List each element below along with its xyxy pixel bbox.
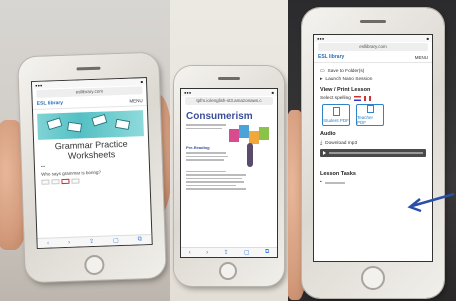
level-box[interactable] <box>61 178 70 185</box>
right-phone-screen: ●●● ■ esllibrary.com ESL library MENU ▭ S… <box>313 34 433 262</box>
student-pdf-label: Student PDF <box>323 118 349 123</box>
thumbnail-card <box>91 113 108 127</box>
bookmarks-icon[interactable]: ▢ <box>244 249 250 256</box>
task-item[interactable]: • <box>320 180 426 185</box>
audio-heading: Audio <box>320 131 336 137</box>
left-photo-panel: ●●● ■ esllibrary.com ESL library MENU Gra… <box>0 0 170 301</box>
bag <box>259 127 269 140</box>
download-mp3-label: Download mp3 <box>325 140 358 146</box>
document-line <box>186 184 236 186</box>
document-line <box>186 155 228 157</box>
document-line <box>186 188 246 190</box>
document-line <box>186 124 226 126</box>
us-flag-icon[interactable] <box>353 96 361 101</box>
shopping-bags-illustration <box>229 123 275 173</box>
pdf-buttons: Student PDF Teacher PDF <box>322 104 424 126</box>
play-icon[interactable] <box>323 151 326 155</box>
folder-icon: ▭ <box>320 69 325 74</box>
right-photo-panel: ●●● ■ esllibrary.com ESL library MENU ▭ S… <box>288 0 456 301</box>
bookmarks-icon[interactable]: ▢ <box>113 237 119 244</box>
middle-phone: ●●● ■ tpfrs.io/english-st3.amazonaws.c Co… <box>174 66 284 286</box>
bullet-icon: • <box>320 180 322 185</box>
thumbnail-card <box>114 118 131 131</box>
document-line <box>186 177 242 179</box>
download-mp3-link[interactable]: ⤓ Download mp3 <box>320 140 426 147</box>
level-box[interactable] <box>51 179 60 185</box>
right-phone: ●●● ■ esllibrary.com ESL library MENU ▭ S… <box>302 8 444 298</box>
audio-player[interactable] <box>320 149 426 157</box>
share-icon[interactable]: ⇪ <box>89 238 94 245</box>
document-line <box>186 152 226 154</box>
level-box[interactable] <box>71 178 80 184</box>
task-placeholder <box>324 181 345 184</box>
tabs-icon[interactable]: ⧉ <box>138 236 143 243</box>
site-header: ESL library MENU <box>314 52 432 63</box>
document-icon <box>366 105 374 113</box>
teacher-pdf-label: Teacher PDF <box>357 115 374 125</box>
thumbnail-card <box>46 117 63 131</box>
forward-icon[interactable]: › <box>206 250 208 256</box>
share-icon[interactable]: ⇪ <box>223 249 228 256</box>
menu-button[interactable]: MENU <box>415 55 428 60</box>
person-figure <box>247 143 253 167</box>
view-print-heading: View / Print Lesson <box>320 87 371 93</box>
middle-phone-speaker <box>218 77 240 80</box>
save-to-folder-label: Save to Folder(s) <box>327 69 365 74</box>
back-icon[interactable]: ‹ <box>47 240 49 246</box>
esl-library-logo[interactable]: ESL library <box>37 100 64 107</box>
middle-photo-panel: ●●● ■ tpfrs.io/english-st3.amazonaws.c Co… <box>170 0 288 301</box>
lesson-tasks-heading: Lesson Tasks <box>320 171 356 177</box>
status-bar: ●●● ■ <box>181 89 277 96</box>
thumbnail-card <box>67 121 83 133</box>
audio-progress-track[interactable] <box>329 152 423 154</box>
student-pdf-button[interactable]: Student PDF <box>322 104 350 126</box>
canada-flag-icon[interactable] <box>363 96 371 101</box>
lesson-title: Grammar Practice Worksheets <box>54 138 128 161</box>
document-title: Consumerism <box>186 111 253 122</box>
launch-session-link[interactable]: ▸ Launch Nano Session <box>320 77 426 82</box>
document-line <box>186 181 244 183</box>
home-button[interactable] <box>84 254 105 276</box>
lesson-thumbnail <box>37 110 144 140</box>
url-bar[interactable]: esllibrary.com <box>318 43 428 51</box>
esl-library-logo[interactable]: ESL library <box>318 54 344 60</box>
select-spelling-label: Select spelling <box>320 96 351 101</box>
document-line <box>186 127 222 129</box>
left-phone-speaker <box>76 66 101 71</box>
bag <box>239 125 249 138</box>
middle-phone-screen: ●●● ■ tpfrs.io/english-st3.amazonaws.c Co… <box>180 88 278 258</box>
document-line <box>186 170 226 172</box>
save-to-folder-link[interactable]: ▭ Save to Folder(s) <box>320 69 426 74</box>
right-phone-speaker <box>360 20 386 23</box>
level-selector[interactable] <box>41 176 143 185</box>
menu-button[interactable]: MENU <box>129 98 142 103</box>
level-box[interactable] <box>41 179 50 185</box>
tabs-icon[interactable]: ⧉ <box>265 249 269 256</box>
status-bar: ●●● ■ <box>314 35 432 42</box>
spelling-selector: Select spelling <box>320 96 426 101</box>
home-button[interactable] <box>219 262 237 280</box>
bag <box>229 129 239 142</box>
forward-icon[interactable]: › <box>68 239 70 245</box>
browser-toolbar: ‹ › ⇪ ▢ ⧉ <box>181 247 277 257</box>
document-line <box>186 159 224 161</box>
launch-session-label: Launch Nano Session <box>325 77 373 82</box>
arrow-pointer <box>407 192 455 213</box>
browser-toolbar: ‹ › ⇪ ▢ ⧉ <box>37 233 152 248</box>
lesson-question: Who says grammar is boring? <box>41 169 102 177</box>
left-phone: ●●● ■ esllibrary.com ESL library MENU Gra… <box>18 52 166 283</box>
teacher-pdf-button[interactable]: Teacher PDF <box>356 104 384 126</box>
back-icon[interactable]: ‹ <box>189 250 191 256</box>
home-button[interactable] <box>361 266 385 290</box>
download-icon: ⤓ <box>320 141 323 146</box>
document-line <box>186 174 246 176</box>
url-bar[interactable]: tpfrs.io/english-st3.amazonaws.c <box>185 97 273 105</box>
launch-icon: ▸ <box>320 77 323 82</box>
document-icon <box>332 107 340 116</box>
left-phone-screen: ●●● ■ esllibrary.com ESL library MENU Gra… <box>30 77 153 249</box>
lesson-meta: ••• <box>40 163 46 169</box>
